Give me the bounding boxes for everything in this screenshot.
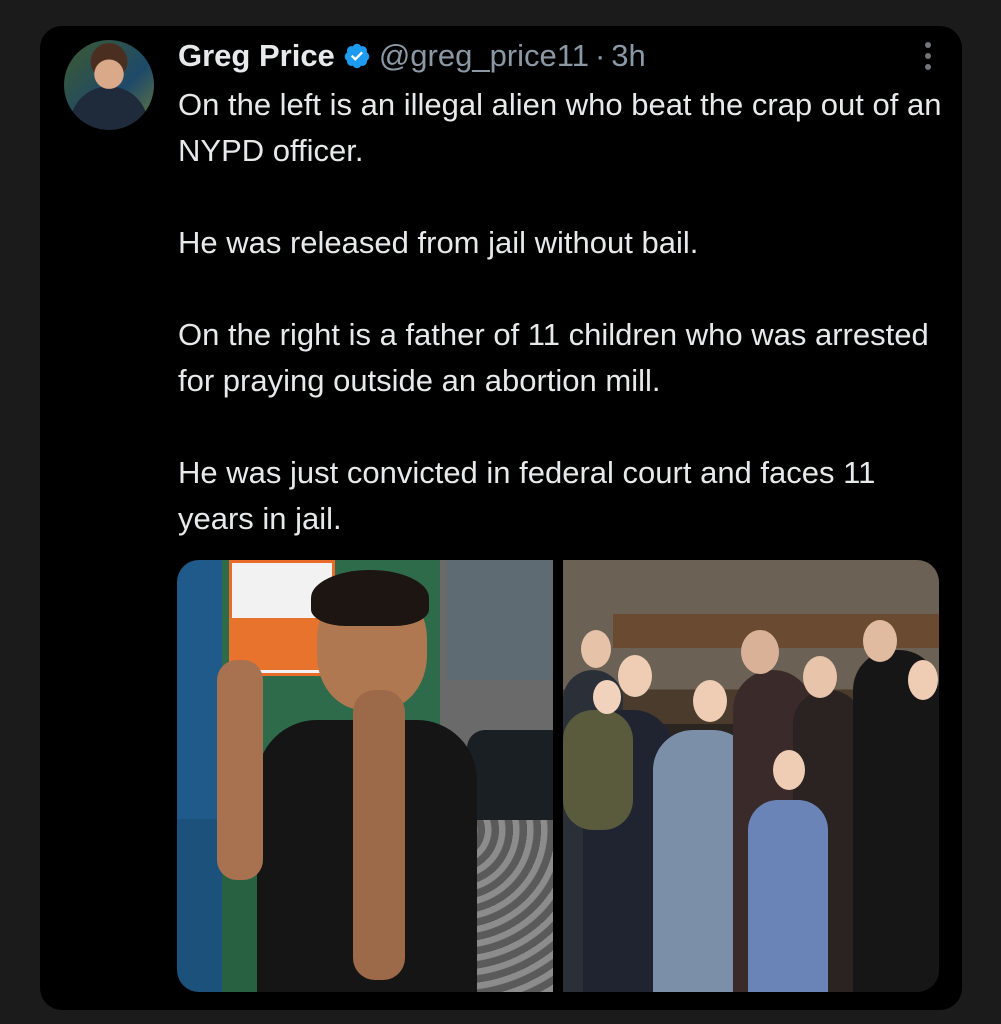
tweet-text: On the left is an illegal alien who beat… bbox=[178, 82, 948, 542]
tweet-header: Greg Price @greg_price11 · 3h bbox=[178, 36, 646, 76]
media-photo-right[interactable] bbox=[563, 560, 939, 992]
verified-badge-icon bbox=[344, 43, 370, 69]
author-handle[interactable]: @greg_price11 bbox=[379, 38, 589, 74]
tweet-card[interactable]: Greg Price @greg_price11 · 3h On the lef… bbox=[40, 26, 962, 1010]
tweet-paragraph: On the left is an illegal alien who beat… bbox=[178, 87, 942, 168]
tweet-media bbox=[177, 560, 939, 992]
avatar[interactable] bbox=[64, 40, 154, 130]
tweet-paragraph: On the right is a father of 11 children … bbox=[178, 317, 929, 398]
media-photo-left[interactable] bbox=[177, 560, 553, 992]
separator-dot: · bbox=[594, 38, 606, 73]
more-options-icon[interactable] bbox=[924, 42, 932, 76]
timestamp[interactable]: 3h bbox=[611, 38, 645, 74]
tweet-paragraph: He was just convicted in federal court a… bbox=[178, 455, 876, 536]
tweet-paragraph: He was released from jail without bail. bbox=[178, 225, 699, 260]
author-name[interactable]: Greg Price bbox=[178, 38, 335, 74]
